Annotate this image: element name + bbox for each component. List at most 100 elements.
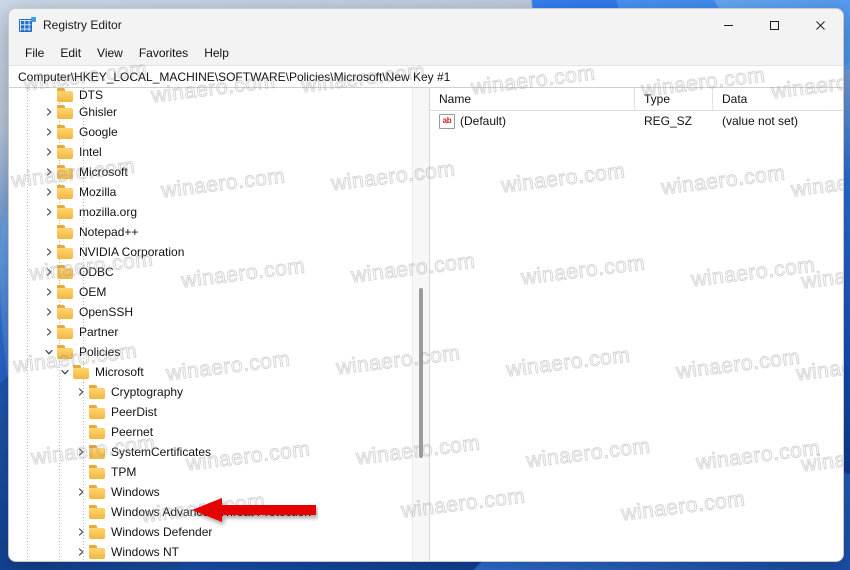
tree-item-windows-nt[interactable]: Windows NT bbox=[9, 542, 413, 561]
chevron-right-icon[interactable] bbox=[41, 208, 57, 216]
tree-item-openssh[interactable]: OpenSSH bbox=[9, 302, 413, 322]
tree-vertical-scrollbar[interactable] bbox=[412, 88, 429, 561]
tree-item-label: OEM bbox=[79, 285, 107, 299]
tree-item-ghisler[interactable]: Ghisler bbox=[9, 102, 413, 122]
folder-icon bbox=[57, 185, 74, 199]
tree-scrollbar-thumb[interactable] bbox=[419, 288, 423, 458]
tree-item-systemcertificates[interactable]: SystemCertificates bbox=[9, 442, 413, 462]
value-data-cell: (value not set) bbox=[722, 114, 799, 128]
menu-item-favorites[interactable]: Favorites bbox=[132, 44, 195, 62]
folder-icon bbox=[89, 425, 106, 439]
folder-icon bbox=[89, 525, 106, 539]
chevron-right-icon[interactable] bbox=[73, 448, 89, 456]
window-controls bbox=[705, 9, 843, 41]
tree-item-tpm[interactable]: TPM bbox=[9, 462, 413, 482]
tree-item-label: Google bbox=[79, 125, 118, 139]
menu-item-file[interactable]: File bbox=[18, 44, 51, 62]
chevron-right-icon[interactable] bbox=[41, 248, 57, 256]
value-name-text: (Default) bbox=[460, 114, 507, 128]
column-header-name[interactable]: Name bbox=[430, 88, 635, 110]
tree-item-label: Mozilla bbox=[79, 185, 117, 199]
chevron-right-icon[interactable] bbox=[41, 308, 57, 316]
tree-item-oem[interactable]: OEM bbox=[9, 282, 413, 302]
chevron-down-icon[interactable] bbox=[41, 348, 57, 356]
column-header-type[interactable]: Type bbox=[635, 88, 713, 110]
folder-icon bbox=[57, 225, 74, 239]
chevron-right-icon[interactable] bbox=[41, 288, 57, 296]
chevron-right-icon[interactable] bbox=[73, 388, 89, 396]
folder-icon bbox=[57, 325, 74, 339]
folder-icon bbox=[57, 245, 74, 259]
registry-tree-pane: DTS Ghisler Google Intel Microsoft Mozilla moz… bbox=[9, 88, 430, 561]
tree-item-label: DTS bbox=[79, 88, 103, 102]
tree-item-microsoft[interactable]: Microsoft bbox=[9, 362, 413, 382]
tree-item-label: Policies bbox=[79, 345, 121, 359]
close-button[interactable] bbox=[797, 9, 843, 41]
tree-item-label: Intel bbox=[79, 145, 102, 159]
red-pointer-arrow bbox=[192, 496, 318, 526]
folder-icon bbox=[89, 465, 106, 479]
tree-item-label: Notepad++ bbox=[79, 225, 139, 239]
tree-item-label: Microsoft bbox=[95, 365, 144, 379]
folder-icon bbox=[57, 145, 74, 159]
tree-item-label: SystemCertificates bbox=[111, 445, 212, 459]
values-column-header: Name Type Data bbox=[430, 88, 843, 111]
tree-item-peerdist[interactable]: PeerDist bbox=[9, 402, 413, 422]
tree-item-microsoft[interactable]: Microsoft bbox=[9, 162, 413, 182]
table-row[interactable]: ab (Default) REG_SZ (value not set) bbox=[430, 111, 843, 131]
chevron-right-icon[interactable] bbox=[41, 148, 57, 156]
tree-item-policies[interactable]: Policies bbox=[9, 342, 413, 362]
chevron-right-icon[interactable] bbox=[41, 108, 57, 116]
tree-item-label: Peernet bbox=[111, 425, 154, 439]
tree-item-intel[interactable]: Intel bbox=[9, 142, 413, 162]
registry-editor-icon bbox=[19, 17, 36, 33]
chevron-right-icon[interactable] bbox=[41, 128, 57, 136]
menu-item-view[interactable]: View bbox=[90, 44, 130, 62]
tree-item-notepad[interactable]: Notepad++ bbox=[9, 222, 413, 242]
chevron-right-icon[interactable] bbox=[73, 528, 89, 536]
tree-item-mozilla-org[interactable]: mozilla.org bbox=[9, 202, 413, 222]
folder-icon bbox=[89, 385, 106, 399]
minimize-button[interactable] bbox=[705, 9, 751, 41]
tree-item-label: ODBC bbox=[79, 265, 114, 279]
tree-item-peernet[interactable]: Peernet bbox=[9, 422, 413, 442]
chevron-right-icon[interactable] bbox=[73, 548, 89, 556]
folder-icon bbox=[57, 305, 74, 319]
registry-path: Computer\HKEY_LOCAL_MACHINE\SOFTWARE\Pol… bbox=[18, 69, 451, 84]
column-header-data[interactable]: Data bbox=[713, 88, 843, 110]
folder-icon bbox=[57, 345, 74, 359]
chevron-right-icon[interactable] bbox=[41, 268, 57, 276]
tree-item-label: PeerDist bbox=[111, 405, 158, 419]
maximize-button[interactable] bbox=[751, 9, 797, 41]
tree-item-label: Cryptography bbox=[111, 385, 184, 399]
tree-item-mozilla[interactable]: Mozilla bbox=[9, 182, 413, 202]
tree-item-dts[interactable]: DTS bbox=[9, 88, 413, 102]
tree-item-label: TPM bbox=[111, 465, 137, 479]
folder-icon bbox=[89, 445, 106, 459]
folder-icon bbox=[89, 405, 106, 419]
title-bar[interactable]: Registry Editor bbox=[9, 9, 843, 41]
chevron-right-icon[interactable] bbox=[41, 188, 57, 196]
registry-tree: DTS Ghisler Google Intel Microsoft Mozilla moz… bbox=[9, 88, 413, 561]
folder-icon bbox=[57, 165, 74, 179]
chevron-right-icon[interactable] bbox=[41, 328, 57, 336]
main-content: DTS Ghisler Google Intel Microsoft Mozilla moz… bbox=[9, 88, 843, 561]
folder-icon bbox=[89, 545, 106, 559]
folder-icon bbox=[57, 285, 74, 299]
folder-icon bbox=[57, 125, 74, 139]
tree-item-nvidia-corporation[interactable]: NVIDIA Corporation bbox=[9, 242, 413, 262]
chevron-down-icon[interactable] bbox=[57, 368, 73, 376]
tree-item-google[interactable]: Google bbox=[9, 122, 413, 142]
title-bar-left: Registry Editor bbox=[9, 17, 122, 33]
chevron-right-icon[interactable] bbox=[73, 488, 89, 496]
menu-item-edit[interactable]: Edit bbox=[53, 44, 88, 62]
menu-item-help[interactable]: Help bbox=[197, 44, 236, 62]
address-bar[interactable]: Computer\HKEY_LOCAL_MACHINE\SOFTWARE\Pol… bbox=[9, 65, 843, 88]
tree-item-odbc[interactable]: ODBC bbox=[9, 262, 413, 282]
folder-icon bbox=[89, 485, 106, 499]
tree-item-label: OpenSSH bbox=[79, 305, 134, 319]
value-name-cell: ab (Default) bbox=[430, 113, 635, 129]
chevron-right-icon[interactable] bbox=[41, 168, 57, 176]
tree-item-partner[interactable]: Partner bbox=[9, 322, 413, 342]
tree-item-cryptography[interactable]: Cryptography bbox=[9, 382, 413, 402]
